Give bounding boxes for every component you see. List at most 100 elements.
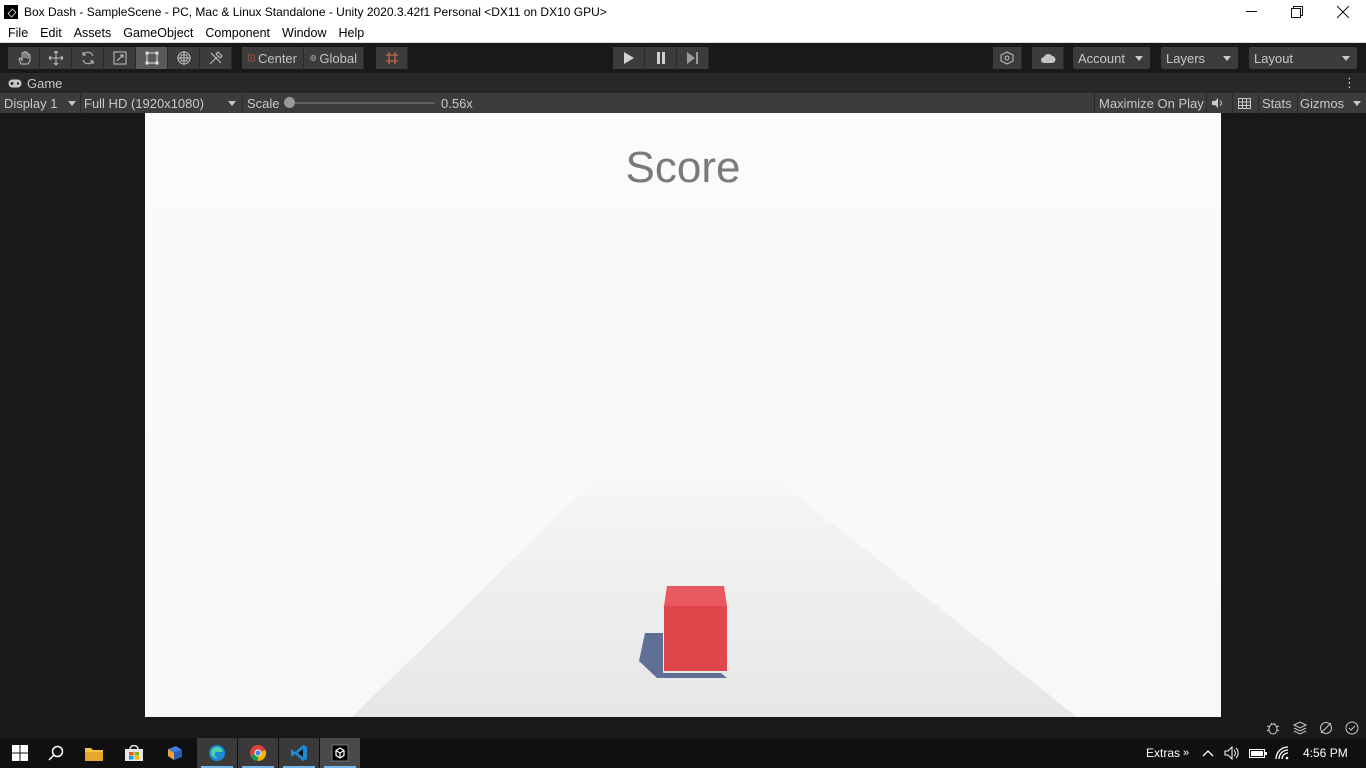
- divider: [1206, 93, 1207, 113]
- maximize-on-play-button[interactable]: Maximize On Play: [1099, 93, 1204, 113]
- lighting-icon[interactable]: [1318, 720, 1334, 736]
- space-label: Global: [319, 50, 357, 66]
- status-bar: [0, 717, 1366, 738]
- chrome-browser-icon[interactable]: [238, 738, 278, 768]
- display-dropdown[interactable]: Display 1: [4, 93, 78, 113]
- pivot-label: Center: [257, 50, 297, 66]
- app-pinned-icon[interactable]: [155, 738, 195, 768]
- step-icon[interactable]: [677, 47, 709, 69]
- more-options-icon[interactable]: ⋮: [1343, 75, 1356, 91]
- space-global-button[interactable]: Global: [304, 47, 364, 69]
- transform-tool-icon[interactable]: [168, 47, 200, 69]
- game-tab-bar: Game ⋮: [0, 73, 1366, 93]
- menu-window[interactable]: Window: [276, 26, 332, 40]
- battery-icon[interactable]: [1249, 738, 1267, 768]
- gizmos-label: Gizmos: [1300, 95, 1345, 111]
- window-title: Box Dash - SampleScene - PC, Mac & Linux…: [24, 4, 607, 19]
- scale-value: 0.56x: [441, 95, 473, 111]
- layout-dropdown[interactable]: Layout: [1249, 47, 1357, 69]
- snap-group: [376, 47, 408, 69]
- pivot-center-button[interactable]: Center: [242, 47, 304, 69]
- unity-taskbar-icon[interactable]: [320, 738, 360, 768]
- score-text: Score: [625, 143, 741, 192]
- chevron-down-icon: [1342, 56, 1350, 61]
- check-circle-icon[interactable]: [1344, 720, 1360, 736]
- stats-button[interactable]: Stats: [1262, 93, 1292, 113]
- player-cube-top: [664, 586, 727, 606]
- collab-group: [993, 47, 1022, 69]
- restore-icon[interactable]: [1274, 0, 1320, 23]
- display-label: Display 1: [4, 95, 58, 111]
- search-icon[interactable]: [36, 738, 76, 768]
- collab-icon[interactable]: [993, 47, 1022, 69]
- game-view[interactable]: Score: [145, 113, 1221, 717]
- custom-tool-icon[interactable]: [200, 47, 232, 69]
- tab-game[interactable]: Game: [0, 73, 62, 93]
- vscode-icon[interactable]: [279, 738, 319, 768]
- extras-label[interactable]: Extras: [1146, 738, 1180, 768]
- wifi-icon[interactable]: [1275, 738, 1291, 768]
- menu-help[interactable]: Help: [332, 26, 370, 40]
- game-view-toolbar: Display 1 Full HD (1920x1080) Scale 0.56…: [0, 93, 1366, 113]
- layers-dropdown[interactable]: Layers: [1161, 47, 1238, 69]
- rotate-tool-icon[interactable]: [72, 47, 104, 69]
- divider: [242, 93, 243, 113]
- minimize-icon[interactable]: [1228, 0, 1274, 23]
- windows-start-icon[interactable]: [0, 738, 40, 768]
- gamepad-icon: [8, 79, 22, 87]
- rect-tool-icon[interactable]: [136, 47, 168, 69]
- account-label: Account: [1078, 50, 1125, 66]
- divider: [1094, 93, 1095, 113]
- play-icon[interactable]: [613, 47, 645, 69]
- account-dropdown[interactable]: Account: [1073, 47, 1150, 69]
- layers-stack-icon[interactable]: [1292, 720, 1308, 736]
- scale-tool-icon[interactable]: [104, 47, 136, 69]
- gizmos-dropdown[interactable]: Gizmos: [1300, 93, 1364, 113]
- transform-tools: [8, 47, 232, 69]
- chevron-down-icon: [1135, 56, 1143, 61]
- menu-bar: File Edit Assets GameObject Component Wi…: [0, 23, 1366, 43]
- cloud-group: [1032, 47, 1064, 69]
- menu-component[interactable]: Component: [199, 26, 276, 40]
- cloud-icon[interactable]: [1032, 47, 1064, 69]
- title-bar: Box Dash - SampleScene - PC, Mac & Linux…: [0, 0, 1366, 23]
- scale-slider-thumb[interactable]: [284, 97, 295, 108]
- microsoft-store-icon[interactable]: [114, 738, 154, 768]
- edge-browser-icon[interactable]: [197, 738, 237, 768]
- menu-edit[interactable]: Edit: [34, 26, 68, 40]
- bug-icon[interactable]: [1265, 720, 1281, 736]
- windows-taskbar: Extras » 4:56 PM: [0, 738, 1366, 768]
- pause-icon[interactable]: [645, 47, 677, 69]
- chevron-up-icon[interactable]: [1202, 738, 1214, 768]
- close-icon[interactable]: [1320, 0, 1366, 23]
- menu-assets[interactable]: Assets: [68, 26, 118, 40]
- stats-grid-icon[interactable]: [1238, 93, 1254, 113]
- chevron-down-icon: [228, 101, 236, 106]
- clock[interactable]: 4:56 PM: [1303, 738, 1348, 768]
- pivot-group: Center Global: [242, 47, 364, 69]
- grid-snap-icon[interactable]: [376, 47, 408, 69]
- unity-app-icon: [4, 4, 18, 19]
- scale-label: Scale: [247, 95, 280, 111]
- mute-audio-icon[interactable]: [1211, 93, 1227, 113]
- scale-slider-track[interactable]: [290, 102, 435, 104]
- hand-tool-icon[interactable]: [8, 47, 40, 69]
- chevron-right-icon[interactable]: »: [1183, 738, 1189, 768]
- divider: [80, 93, 81, 113]
- layout-label: Layout: [1254, 50, 1294, 66]
- volume-icon[interactable]: [1224, 738, 1240, 768]
- menu-file[interactable]: File: [0, 26, 34, 40]
- resolution-label: Full HD (1920x1080): [84, 95, 204, 111]
- resolution-dropdown[interactable]: Full HD (1920x1080): [84, 93, 240, 113]
- divider: [1258, 93, 1259, 113]
- tab-game-label: Game: [27, 75, 63, 91]
- chevron-down-icon: [1223, 56, 1231, 61]
- player-cube: [664, 606, 727, 671]
- main-toolbar: Center Global Account Layers Layout: [0, 43, 1366, 73]
- layers-label: Layers: [1166, 50, 1206, 66]
- move-tool-icon[interactable]: [40, 47, 72, 69]
- menu-gameobject[interactable]: GameObject: [117, 26, 199, 40]
- file-explorer-icon[interactable]: [74, 738, 114, 768]
- playmode-controls: [613, 47, 709, 69]
- game-scene: [352, 453, 1077, 717]
